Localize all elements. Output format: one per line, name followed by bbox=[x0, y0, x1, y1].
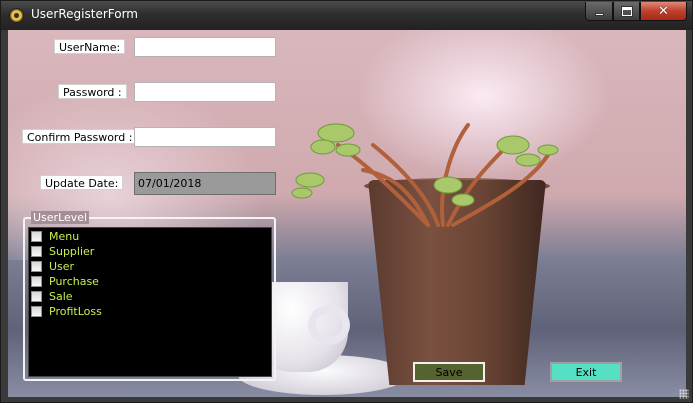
supplier-checkbox[interactable] bbox=[31, 246, 42, 257]
maximize-icon bbox=[620, 5, 633, 17]
title-bar[interactable]: UserRegisterForm ✕ bbox=[1, 1, 692, 30]
profitloss-checkbox[interactable] bbox=[31, 306, 42, 317]
password-label: Password : bbox=[58, 84, 127, 99]
minimize-button[interactable] bbox=[585, 2, 613, 21]
supplier-label: Supplier bbox=[49, 245, 95, 258]
resize-grip[interactable] bbox=[679, 389, 689, 399]
exit-button[interactable]: Exit bbox=[550, 362, 622, 382]
window-title: UserRegisterForm bbox=[31, 7, 138, 21]
maximize-button[interactable] bbox=[613, 2, 640, 21]
list-item[interactable]: Purchase bbox=[31, 274, 99, 289]
list-item[interactable]: ProfitLoss bbox=[31, 304, 102, 319]
form-client-area: UserName: Password : Confirm Password : … bbox=[8, 30, 686, 397]
sale-label: Sale bbox=[49, 290, 73, 303]
list-item[interactable]: User bbox=[31, 259, 74, 274]
close-button[interactable]: ✕ bbox=[640, 2, 687, 21]
background-cup-handle bbox=[308, 305, 350, 345]
menu-label: Menu bbox=[49, 230, 80, 243]
list-item[interactable]: Supplier bbox=[31, 244, 94, 259]
user-checkbox[interactable] bbox=[31, 261, 42, 272]
confirm-password-label: Confirm Password : bbox=[22, 129, 138, 144]
purchase-label: Purchase bbox=[49, 275, 99, 288]
password-input[interactable] bbox=[134, 82, 276, 102]
update-date-label: Update Date: bbox=[40, 175, 124, 190]
purchase-checkbox[interactable] bbox=[31, 276, 42, 287]
update-date-field[interactable]: 07/01/2018 bbox=[134, 172, 276, 195]
app-icon[interactable] bbox=[9, 8, 24, 23]
list-item[interactable]: Menu bbox=[31, 229, 79, 244]
confirm-password-input[interactable] bbox=[134, 127, 276, 147]
user-level-group: UserLevel Menu Supplier User Purchase Sa… bbox=[23, 211, 276, 381]
user-level-list[interactable]: Menu Supplier User Purchase Sale ProfitL… bbox=[28, 227, 272, 377]
background-plant bbox=[291, 123, 559, 227]
close-icon: ✕ bbox=[658, 3, 669, 19]
username-input[interactable] bbox=[134, 37, 276, 57]
profitloss-label: ProfitLoss bbox=[49, 305, 102, 318]
user-level-title: UserLevel bbox=[31, 211, 90, 224]
list-item[interactable]: Sale bbox=[31, 289, 73, 304]
menu-checkbox[interactable] bbox=[31, 231, 42, 242]
save-button[interactable]: Save bbox=[413, 362, 485, 382]
username-label: UserName: bbox=[54, 39, 126, 54]
minimize-icon bbox=[594, 12, 604, 16]
user-label: User bbox=[49, 260, 75, 273]
sale-checkbox[interactable] bbox=[31, 291, 42, 302]
user-register-window: UserRegisterForm ✕ UserName: Password: … bbox=[0, 0, 693, 403]
